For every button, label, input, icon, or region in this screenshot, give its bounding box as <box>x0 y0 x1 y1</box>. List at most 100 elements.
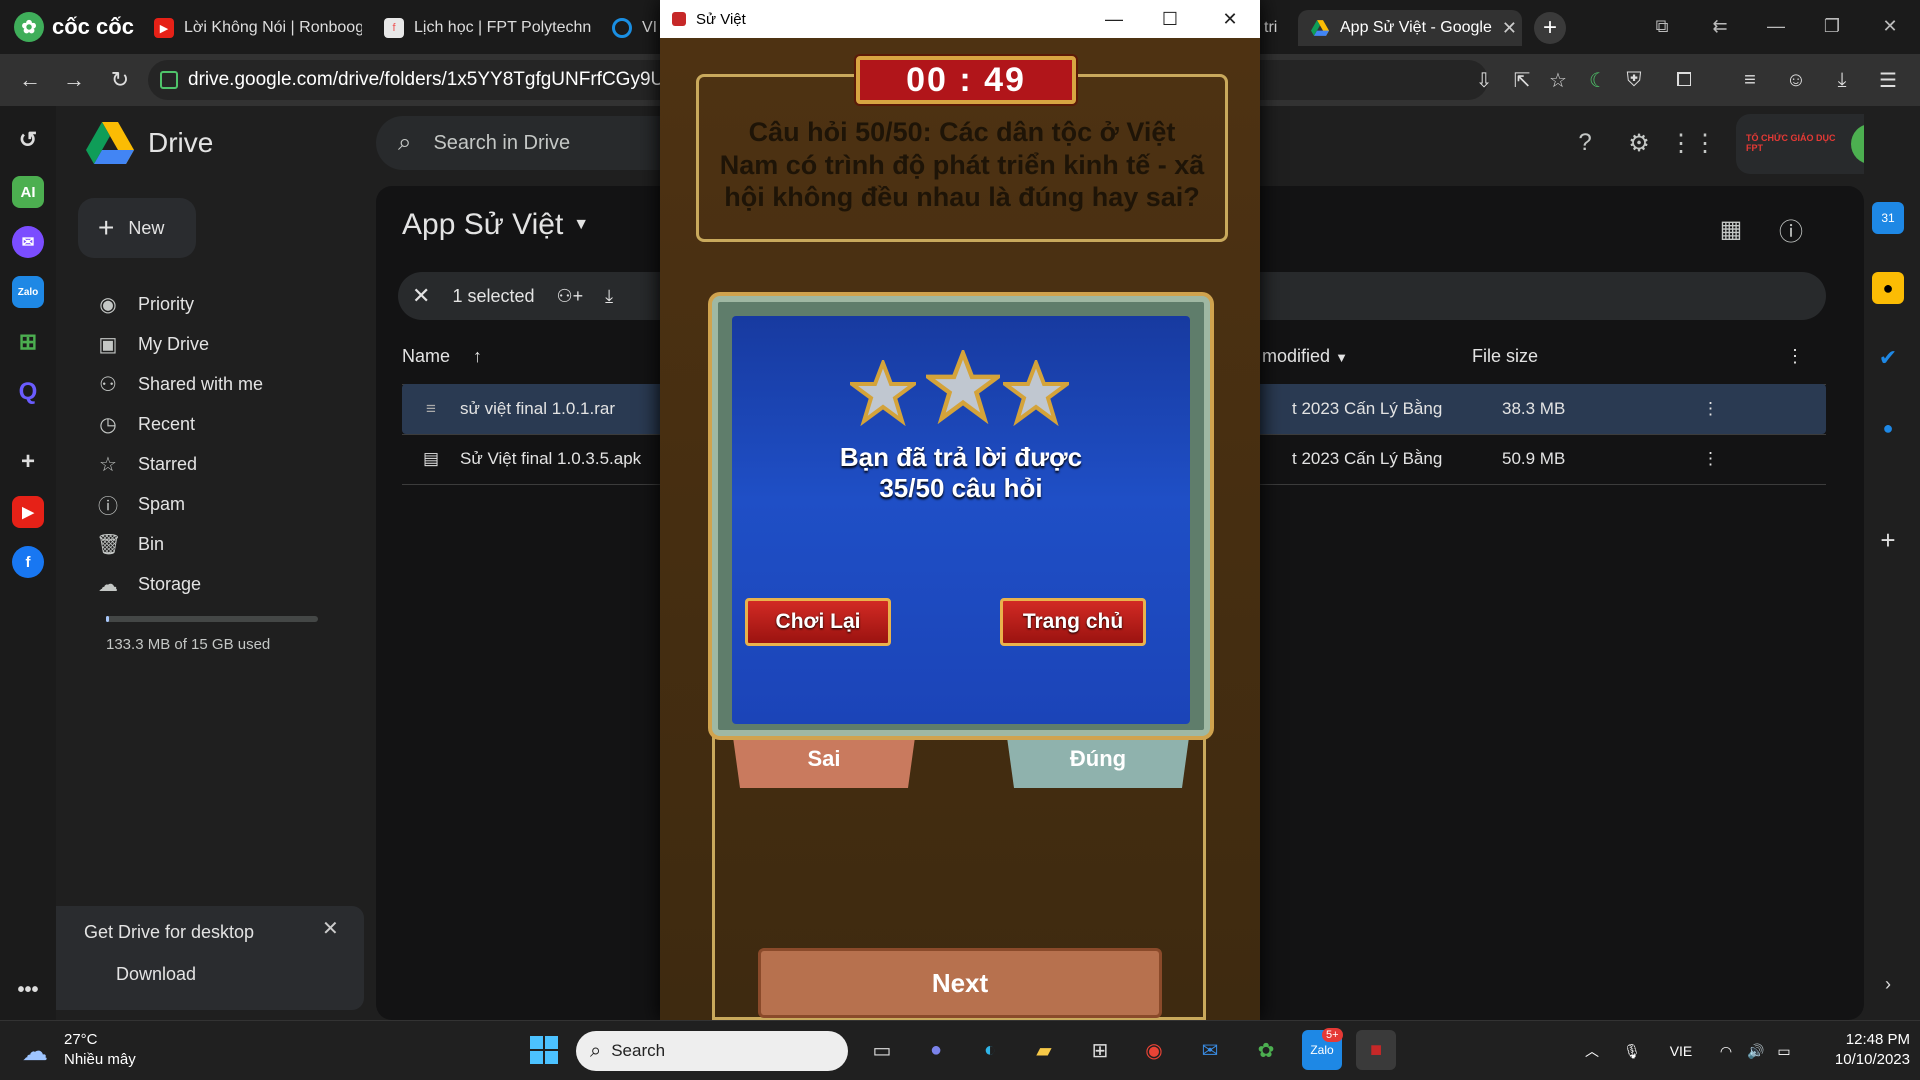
sidebar-item-priority[interactable]: ◉ Priority <box>96 284 194 324</box>
start-icon[interactable] <box>524 1030 564 1070</box>
mail-icon[interactable]: ✉ <box>1190 1030 1230 1070</box>
tab-2[interactable]: f Lịch học | FPT Polytechnic <box>372 10 592 46</box>
teams-icon[interactable]: ● <box>916 1030 956 1070</box>
language-indicator[interactable]: VIE <box>1666 1034 1696 1068</box>
task-view-icon[interactable]: ▭ <box>862 1030 902 1070</box>
game-close-icon[interactable]: ✕ <box>1202 0 1258 38</box>
file-explorer-icon[interactable]: ▰ <box>1024 1030 1064 1070</box>
download-link[interactable]: Download <box>116 964 196 985</box>
grid-view-icon[interactable]: ▦ <box>1714 212 1748 246</box>
address-text[interactable]: drive.google.com/drive/folders/1x5YY8Tgf… <box>188 69 710 91</box>
tray-expand-icon[interactable]: ︿ <box>1582 1034 1602 1068</box>
share-icon[interactable]: ⇱ <box>1506 64 1538 96</box>
apps-grid-icon[interactable]: ⋮⋮ <box>1669 126 1717 160</box>
drive-logo[interactable]: Drive <box>86 122 213 164</box>
mic-icon[interactable]: 🎙 <box>1622 1034 1642 1068</box>
back-history-icon[interactable]: ⇇ <box>1700 8 1740 44</box>
extensions-icon[interactable]: ⧠ <box>1668 64 1700 96</box>
sidebar-item-spam[interactable]: ⓘ Spam <box>96 484 185 524</box>
download-icon[interactable]: ⤓ <box>1826 64 1858 96</box>
close-card-icon[interactable]: ✕ <box>322 916 339 941</box>
help-icon[interactable]: ? <box>1568 126 1602 160</box>
battery-icon[interactable]: ▭ <box>1774 1034 1794 1068</box>
tab-1[interactable]: ▶ Lời Không Nói | Ronboogz <box>142 10 362 46</box>
media-icon[interactable]: ≡ <box>1734 64 1766 96</box>
history-icon[interactable]: ↺ <box>12 124 44 156</box>
expand-panel-icon[interactable]: › <box>1872 968 1904 1000</box>
weather-icon[interactable]: ☁ <box>22 1036 48 1067</box>
sidebar-item-bin[interactable]: 🗑 Bin <box>96 524 164 564</box>
chrome-icon[interactable]: ◉ <box>1134 1030 1174 1070</box>
sidebar-item-storage[interactable]: ☁ Storage <box>96 564 201 604</box>
keep-icon[interactable]: ● <box>1872 272 1904 304</box>
coccoc-taskbar-icon[interactable]: ✿ <box>1246 1030 1286 1070</box>
replay-button[interactable]: Chơi Lại <box>745 598 891 646</box>
spam-icon: ⓘ <box>98 495 118 518</box>
reload-icon[interactable]: ↻ <box>104 64 136 96</box>
add-app-icon[interactable]: + <box>12 446 44 478</box>
sidebar-item-recent[interactable]: ◷ Recent <box>96 404 195 444</box>
ai-icon[interactable]: AI <box>12 176 44 208</box>
store-icon[interactable]: ⊞ <box>1080 1030 1120 1070</box>
taskbar-search[interactable]: ⌕ Search <box>576 1031 848 1071</box>
game-maximize-icon[interactable]: ☐ <box>1142 0 1198 38</box>
row-more-icon[interactable]: ⋮ <box>1702 449 1719 469</box>
back-icon[interactable]: ← <box>14 64 46 96</box>
restore-icon[interactable]: ❐ <box>1812 8 1852 44</box>
info-icon[interactable]: ⓘ <box>1774 212 1808 246</box>
su-viet-taskbar-icon[interactable]: ■ <box>1356 1030 1396 1070</box>
screenshot-icon[interactable]: ⧉ <box>1642 8 1682 44</box>
row-more-icon[interactable]: ⋮ <box>1702 399 1719 419</box>
answer-true-button[interactable]: Đúng <box>1006 730 1190 788</box>
close-window-icon[interactable]: ✕ <box>1870 8 1910 44</box>
calendar-icon[interactable]: 31 <box>1872 202 1904 234</box>
add-addon-icon[interactable]: + <box>1872 524 1904 556</box>
game-minimize-icon[interactable]: — <box>1086 0 1142 38</box>
tab-active-drive[interactable]: App Sử Việt - Google ✕ <box>1298 10 1522 46</box>
profile-icon[interactable]: ☺ <box>1780 64 1812 96</box>
youtube-sidebar-icon[interactable]: ▶ <box>12 496 44 528</box>
q-app-icon[interactable]: Q <box>12 376 44 408</box>
edge-icon[interactable]: ◐ <box>970 1030 1010 1070</box>
folder-title[interactable]: App Sử Việt ▼ <box>402 208 589 242</box>
sort-up-icon[interactable]: ↑ <box>473 346 482 366</box>
settings-icon[interactable]: ⚙ <box>1622 126 1656 160</box>
install-icon[interactable]: ⇩ <box>1468 64 1500 96</box>
next-button[interactable]: Next <box>758 948 1162 1018</box>
clear-selection-icon[interactable]: ✕ <box>412 283 430 309</box>
messenger-icon[interactable]: ✉ <box>12 226 44 258</box>
minimize-icon[interactable]: — <box>1756 8 1796 44</box>
org-logo-text: TỔ CHỨC GIÁO DỤC FPT <box>1746 133 1836 153</box>
column-modified[interactable]: modified ▼ <box>1262 346 1348 367</box>
bookmark-star-icon[interactable]: ☆ <box>1542 64 1574 96</box>
weather-widget[interactable]: 27°C Nhiều mây <box>64 1030 136 1069</box>
add-person-icon[interactable]: ⚇+ <box>557 286 584 307</box>
tasks-icon[interactable]: ✔ <box>1872 342 1904 374</box>
zalo-icon[interactable]: Zalo <box>12 276 44 308</box>
game-icon[interactable]: ⊞ <box>12 326 44 358</box>
shield-icon[interactable]: ⛨ <box>1618 64 1650 96</box>
download-icon[interactable]: ⤓ <box>605 286 613 307</box>
more-icon[interactable]: ••• <box>12 974 44 1006</box>
more-options-icon[interactable]: ⋮ <box>1786 346 1804 367</box>
browser-brand[interactable]: ✿ cốc cốc <box>14 10 134 44</box>
dark-mode-icon[interactable]: ☾ <box>1582 64 1614 96</box>
answer-false-button[interactable]: Sai <box>732 730 916 788</box>
new-tab-button[interactable]: + <box>1534 12 1566 44</box>
close-tab-icon[interactable]: ✕ <box>1502 18 1517 39</box>
clock[interactable]: 12:48 PM 10/10/2023 <box>1810 1030 1910 1069</box>
forward-icon[interactable]: → <box>58 64 90 96</box>
facebook-icon[interactable]: f <box>12 546 44 578</box>
sidebar-item-my-drive[interactable]: ▣ My Drive <box>96 324 209 364</box>
sidebar-item-starred[interactable]: ☆ Starred <box>96 444 197 484</box>
column-name[interactable]: Name ↑ <box>402 346 482 367</box>
home-button[interactable]: Trang chủ <box>1000 598 1146 646</box>
volume-icon[interactable]: 🔊 <box>1746 1034 1766 1068</box>
contacts-icon[interactable]: ● <box>1872 412 1904 444</box>
menu-icon[interactable]: ☰ <box>1872 64 1904 96</box>
column-size[interactable]: File size <box>1472 346 1538 367</box>
new-button[interactable]: + New <box>78 198 196 258</box>
wifi-icon[interactable]: ◠ <box>1716 1034 1736 1068</box>
sidebar-item-shared[interactable]: ⚇ Shared with me <box>96 364 263 404</box>
tab-3[interactable]: VI <box>600 10 660 46</box>
